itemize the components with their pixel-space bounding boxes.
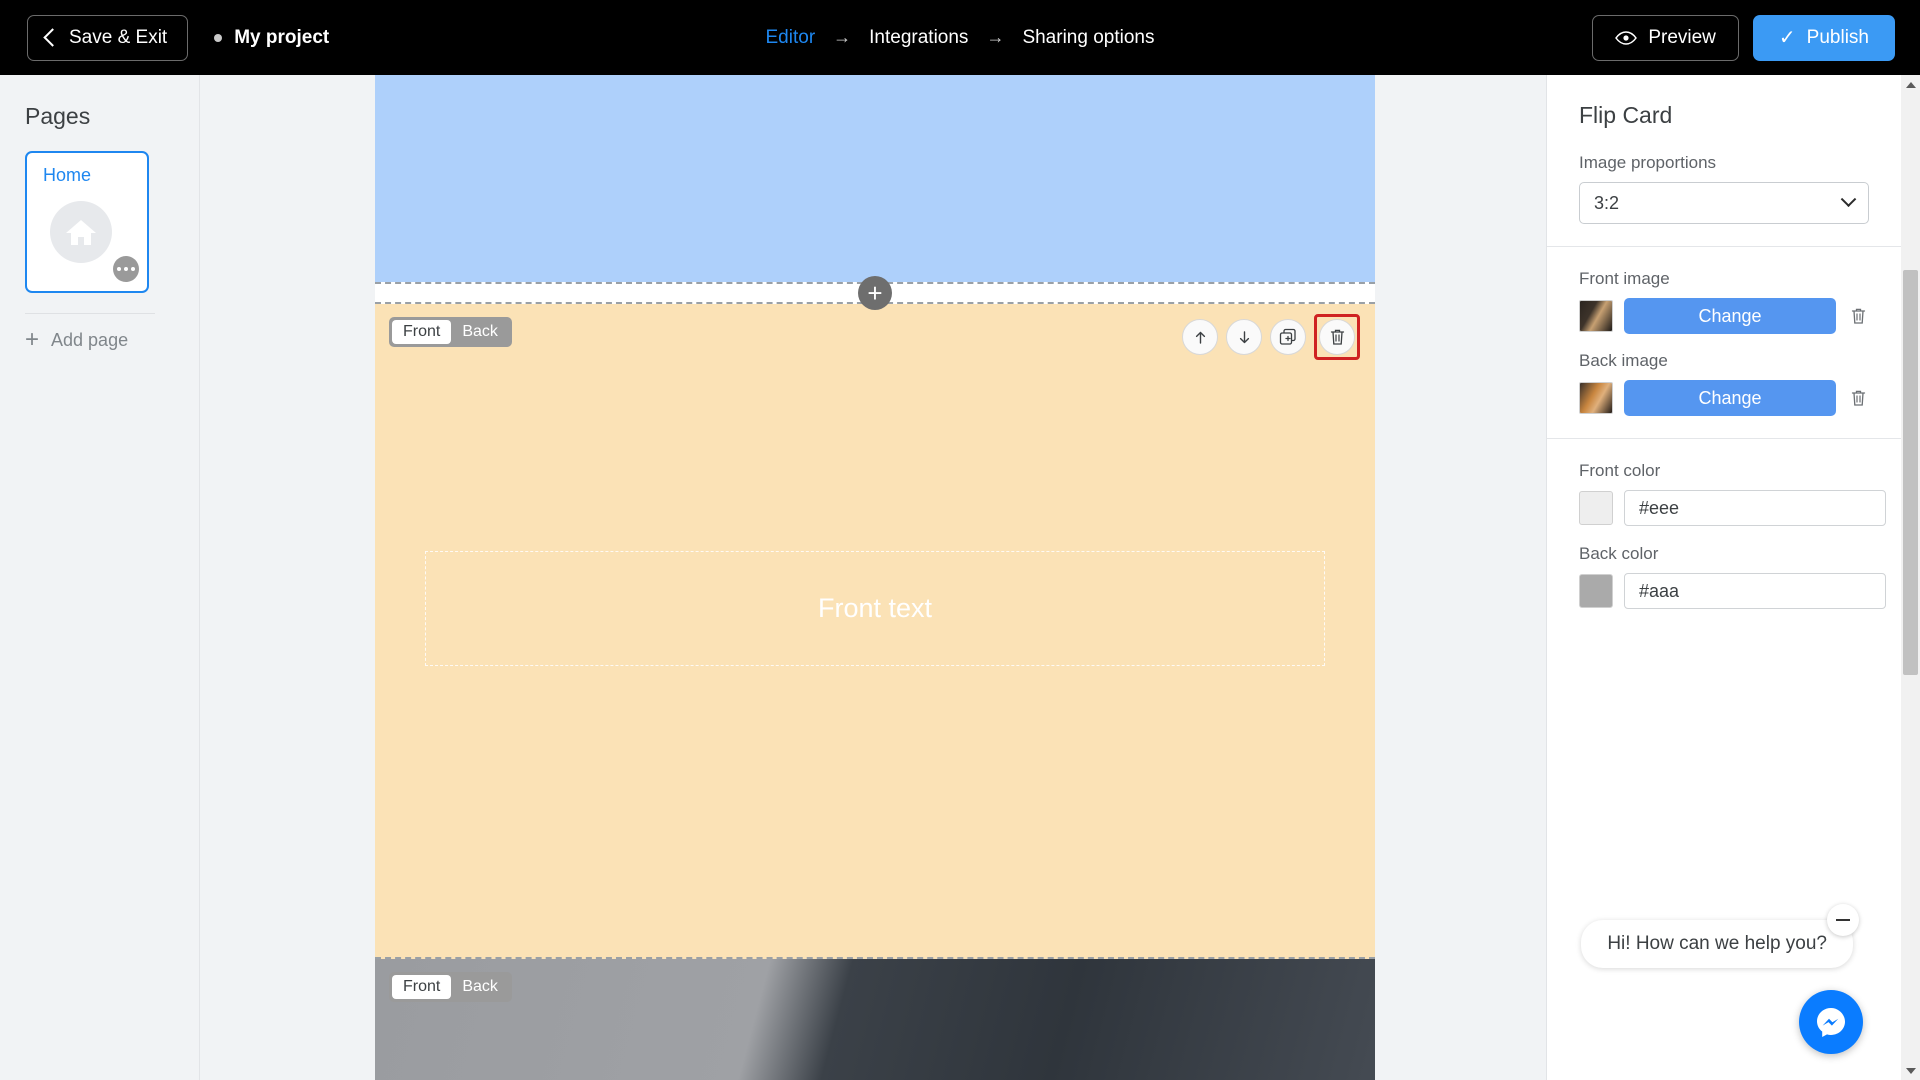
nav-item-editor[interactable]: Editor xyxy=(766,27,816,49)
eye-icon xyxy=(1615,30,1638,45)
back-image-change-button[interactable]: Change xyxy=(1624,380,1836,416)
scroll-up-arrow-icon[interactable] xyxy=(1901,75,1920,94)
sidebar-page-card-home[interactable]: Home xyxy=(25,151,149,293)
nav-arrow-icon: → xyxy=(833,27,852,47)
page-surface: Front Back Front text Front Back + xyxy=(375,75,1375,1080)
front-image-row: Change xyxy=(1579,298,1869,334)
add-page-label: Add page xyxy=(51,329,129,350)
save-and-exit-label: Save & Exit xyxy=(69,26,168,48)
chevron-left-icon xyxy=(43,28,62,47)
front-image-label: Front image xyxy=(1579,269,1670,288)
publish-button[interactable]: ✓ Publish xyxy=(1752,14,1895,61)
front-color-swatch[interactable] xyxy=(1579,491,1613,525)
nav-arrow-icon: → xyxy=(986,27,1005,47)
arrow-up xyxy=(1905,81,1916,88)
front-color-input[interactable] xyxy=(1624,490,1886,526)
project-name[interactable]: My project xyxy=(214,27,329,49)
back-color-row xyxy=(1579,573,1886,609)
dot xyxy=(117,267,121,271)
toggle-front[interactable]: Front xyxy=(392,975,452,999)
back-color-label: Back color xyxy=(1579,544,1659,563)
arrow-down xyxy=(1905,1067,1916,1074)
block-toolbar xyxy=(1182,314,1360,360)
add-block-button[interactable]: + xyxy=(858,276,892,310)
panel-title: Flip Card xyxy=(1579,102,1673,128)
home-icon xyxy=(50,201,112,263)
properties-panel: Flip Card Image proportions 3:2 Front im… xyxy=(1546,75,1901,1080)
front-image-thumbnail[interactable] xyxy=(1579,300,1613,332)
chat-message: Hi! How can we help you? xyxy=(1581,920,1853,968)
messenger-icon[interactable] xyxy=(1799,990,1863,1054)
images-section: Front image Change Back image Change xyxy=(1547,246,1901,416)
minimize-icon[interactable] xyxy=(1827,904,1859,936)
canvas-block-flip-card-selected[interactable]: Front Back Front text xyxy=(375,304,1375,959)
project-name-label: My project xyxy=(234,26,330,48)
delete-icon[interactable] xyxy=(1319,319,1355,355)
back-color-swatch[interactable] xyxy=(1579,574,1613,608)
front-text-placeholder-box[interactable]: Front text xyxy=(425,551,1325,666)
toggle-front[interactable]: Front xyxy=(392,320,452,344)
front-color-row xyxy=(1579,490,1886,526)
front-image-change-button[interactable]: Change xyxy=(1624,298,1836,334)
back-image-label: Back image xyxy=(1579,351,1668,370)
top-bar: Save & Exit My project Editor → Integrat… xyxy=(0,0,1920,75)
publish-label: Publish xyxy=(1806,26,1869,48)
canvas-block-flip-card-photo[interactable]: Front Back xyxy=(375,959,1375,1080)
minimize-bar xyxy=(1836,918,1850,922)
nav-item-integrations[interactable]: Integrations xyxy=(869,27,968,49)
back-color-input[interactable] xyxy=(1624,573,1886,609)
delete-button-highlight xyxy=(1314,314,1360,360)
front-back-toggle[interactable]: Front Back xyxy=(389,972,512,1002)
back-image-delete-icon[interactable] xyxy=(1847,389,1869,407)
check-icon: ✓ xyxy=(1778,27,1796,49)
page-card-more-menu-button[interactable] xyxy=(113,256,139,282)
editor-canvas: Front Back Front text Front Back + xyxy=(200,75,1548,1080)
front-image-delete-icon[interactable] xyxy=(1847,307,1869,325)
save-and-exit-button[interactable]: Save & Exit xyxy=(27,14,189,61)
front-back-toggle[interactable]: Front Back xyxy=(389,317,512,347)
move-down-icon[interactable] xyxy=(1226,319,1262,355)
back-image-row: Change xyxy=(1579,380,1869,416)
back-image-thumbnail[interactable] xyxy=(1579,382,1613,414)
pages-sidebar: Pages Home + Add page xyxy=(0,75,200,1080)
page-scrollbar[interactable] xyxy=(1901,75,1920,1080)
dot xyxy=(124,267,128,271)
top-bar-actions: Preview ✓ Publish xyxy=(1592,14,1895,61)
add-page-button[interactable]: + Add page xyxy=(25,313,155,352)
dot xyxy=(131,267,135,271)
nav-item-sharing-options[interactable]: Sharing options xyxy=(1022,27,1154,49)
pages-title: Pages xyxy=(25,103,91,129)
preview-button[interactable]: Preview xyxy=(1592,14,1739,61)
image-proportions-select[interactable]: 3:2 xyxy=(1579,182,1869,224)
scrollbar-thumb[interactable] xyxy=(1903,270,1918,675)
chevron-down-icon xyxy=(1840,190,1857,207)
preview-label: Preview xyxy=(1648,26,1716,48)
app-root: Save & Exit My project Editor → Integrat… xyxy=(0,0,1920,1080)
image-proportions-label: Image proportions xyxy=(1579,153,1717,172)
breadcrumb: Editor → Integrations → Sharing options xyxy=(766,27,1155,49)
page-card-label: Home xyxy=(43,165,92,185)
scroll-down-arrow-icon[interactable] xyxy=(1901,1061,1920,1080)
image-proportions-section: Image proportions 3:2 xyxy=(1547,153,1901,224)
move-up-icon[interactable] xyxy=(1182,319,1218,355)
canvas-block-color[interactable] xyxy=(375,75,1375,282)
toggle-back[interactable]: Back xyxy=(451,975,509,999)
toggle-back[interactable]: Back xyxy=(451,320,509,344)
front-text-placeholder: Front text xyxy=(817,593,933,623)
status-dot-icon xyxy=(214,33,223,42)
colors-section: Front color Back color xyxy=(1547,438,1901,609)
image-proportions-value: 3:2 xyxy=(1594,192,1620,213)
front-color-label: Front color xyxy=(1579,461,1661,480)
duplicate-icon[interactable] xyxy=(1270,319,1306,355)
plus-icon: + xyxy=(25,326,40,353)
